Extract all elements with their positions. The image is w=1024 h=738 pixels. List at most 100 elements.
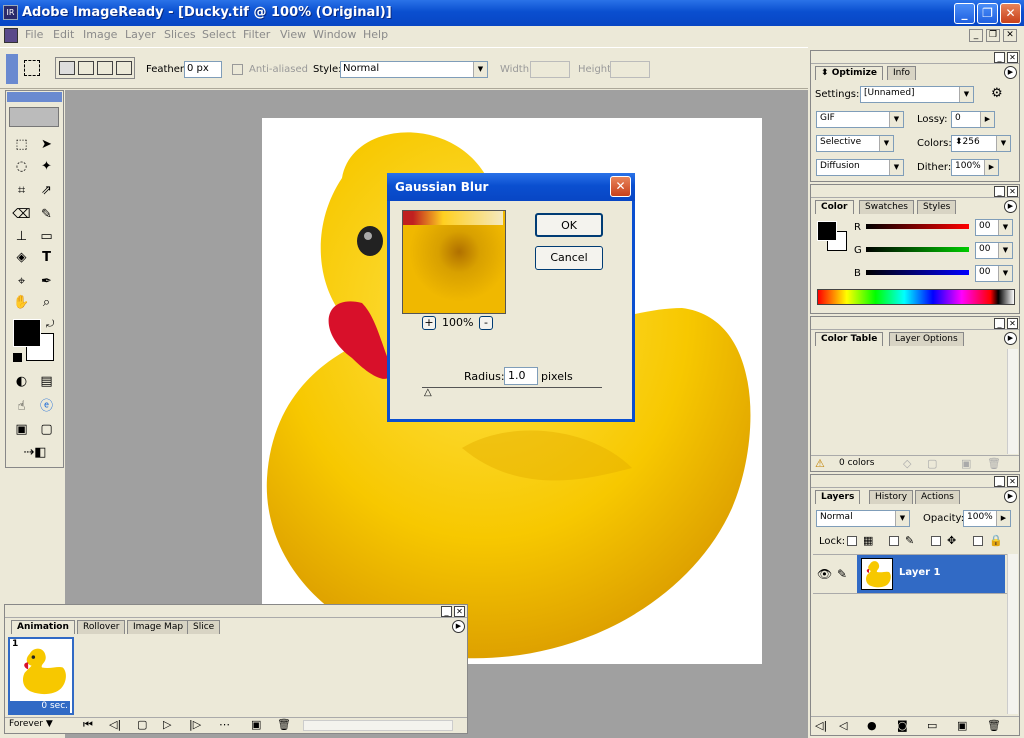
blur-preview[interactable]: [402, 210, 506, 314]
tween-icon[interactable]: ⋯: [219, 718, 230, 731]
panel-close-button[interactable]: ✕: [1007, 186, 1018, 197]
add-mask-icon[interactable]: ◙: [897, 719, 908, 732]
move-tool-icon[interactable]: ➤: [36, 134, 57, 155]
close-button[interactable]: ✕: [1000, 3, 1021, 24]
zoom-out-button[interactable]: -: [479, 316, 493, 330]
document-icon[interactable]: [4, 28, 18, 43]
panel-close-button[interactable]: ✕: [454, 606, 465, 617]
marquee-tool-icon[interactable]: ⬚: [11, 134, 32, 155]
menu-select[interactable]: Select: [202, 28, 236, 41]
tab-rollover[interactable]: Rollover: [77, 620, 126, 634]
lossy-input[interactable]: 0 ▶: [951, 111, 995, 128]
zoom-tool-icon[interactable]: ⌕: [36, 292, 57, 313]
tab-swatches[interactable]: Swatches: [859, 200, 914, 214]
layer-row[interactable]: 👁 ✎ Layer 1: [813, 554, 1009, 594]
magic-wand-tool-icon[interactable]: ✦: [36, 156, 57, 177]
opacity-input[interactable]: 100% ▶: [963, 510, 1011, 527]
full-screen-mode-icon[interactable]: ▢: [36, 419, 57, 440]
doc-minimize-button[interactable]: _: [969, 29, 983, 42]
tab-animation[interactable]: Animation: [11, 620, 75, 634]
settings-select[interactable]: [Unnamed] ▼: [860, 86, 974, 103]
height-input[interactable]: [610, 61, 650, 78]
brush-tool-icon[interactable]: ✎: [36, 204, 57, 225]
lock-position-checkbox[interactable]: [931, 536, 941, 546]
r-input[interactable]: 00 ▼: [975, 219, 1013, 236]
add-selection-icon[interactable]: [78, 61, 94, 75]
foreground-color-swatch[interactable]: [817, 221, 837, 241]
slider-thumb-icon[interactable]: △: [424, 387, 432, 398]
panel-close-button[interactable]: ✕: [1007, 476, 1018, 487]
panel-minimize-button[interactable]: _: [994, 52, 1005, 63]
width-input[interactable]: [530, 61, 570, 78]
tab-image-map[interactable]: Image Map: [127, 620, 190, 634]
duplicate-frame-icon[interactable]: ▣: [251, 718, 261, 731]
maximize-button[interactable]: ❐: [977, 3, 998, 24]
slice-select-tool-icon[interactable]: ⇗: [36, 180, 57, 201]
lock-pixels-checkbox[interactable]: [889, 536, 899, 546]
minimize-button[interactable]: _: [954, 3, 975, 24]
format-select[interactable]: GIF ▼: [816, 111, 904, 128]
panel-close-button[interactable]: ✕: [1007, 318, 1018, 329]
foreground-color-swatch[interactable]: [13, 319, 41, 347]
optimize-menu-icon[interactable]: ⚙: [991, 86, 1003, 101]
panel-minimize-button[interactable]: _: [441, 606, 452, 617]
crop-tool-icon[interactable]: ⌖: [11, 271, 32, 292]
jump-to-photoshop-icon[interactable]: ⇢◧: [11, 442, 59, 463]
paint-bucket-tool-icon[interactable]: ◈: [11, 247, 32, 268]
eraser-tool-icon[interactable]: ⌫: [11, 204, 32, 225]
subtract-selection-icon[interactable]: [97, 61, 113, 75]
dither-algo-select[interactable]: Diffusion ▼: [816, 159, 904, 176]
tab-actions[interactable]: Actions: [915, 490, 960, 504]
stop-icon[interactable]: ▢: [137, 718, 147, 731]
r-slider[interactable]: [866, 224, 969, 229]
lock-transparency-checkbox[interactable]: [847, 536, 857, 546]
panel-minimize-button[interactable]: _: [994, 318, 1005, 329]
ok-button[interactable]: OK: [535, 213, 603, 237]
toggle-slices-icon[interactable]: ◐: [11, 371, 32, 392]
next-frame-icon[interactable]: |▷: [189, 718, 201, 731]
menu-view[interactable]: View: [280, 28, 306, 41]
g-input[interactable]: 00 ▼: [975, 242, 1013, 259]
tab-color[interactable]: Color: [815, 200, 854, 214]
tab-color-table[interactable]: Color Table: [815, 332, 884, 346]
prev-frame-icon[interactable]: ◁|: [109, 718, 121, 731]
panel-close-button[interactable]: ✕: [1007, 52, 1018, 63]
radius-slider-track[interactable]: [422, 387, 602, 388]
doc-close-button[interactable]: ✕: [1003, 29, 1017, 42]
rollover-preview-icon[interactable]: ☝: [11, 396, 32, 417]
tab-layers[interactable]: Layers: [815, 490, 861, 504]
color-ramp[interactable]: [817, 289, 1015, 305]
rewind-icon[interactable]: ⏮: [83, 718, 93, 732]
panel-menu-icon[interactable]: ▶: [1004, 66, 1017, 79]
tab-styles[interactable]: Styles: [917, 200, 957, 214]
lasso-tool-icon[interactable]: ◌: [11, 156, 32, 177]
menu-window[interactable]: Window: [313, 28, 356, 41]
b-input[interactable]: 00 ▼: [975, 265, 1013, 282]
trash-icon[interactable]: 🗑: [987, 457, 1001, 470]
menu-layer[interactable]: Layer: [125, 28, 156, 41]
new-color-icon[interactable]: ▣: [961, 457, 971, 470]
menu-help[interactable]: Help: [363, 28, 388, 41]
map-color-icon[interactable]: ◇: [903, 457, 911, 470]
panel-minimize-button[interactable]: _: [994, 476, 1005, 487]
new-selection-icon[interactable]: [59, 61, 75, 75]
stepper-icon[interactable]: ⬍: [955, 137, 963, 147]
preview-browser-icon[interactable]: ⓔ: [36, 396, 57, 417]
tab-history[interactable]: History: [869, 490, 914, 504]
frame-delay[interactable]: 0 sec.: [10, 701, 70, 715]
animation-frame[interactable]: 1 0 sec.: [8, 637, 74, 715]
new-layer-icon[interactable]: ▣: [957, 719, 967, 732]
loop-select[interactable]: Forever ▼: [9, 719, 75, 732]
doc-restore-button[interactable]: ❐: [986, 29, 1000, 42]
animation-scrollbar[interactable]: [303, 720, 453, 731]
panel-minimize-button[interactable]: _: [994, 186, 1005, 197]
default-colors-icon[interactable]: [13, 353, 22, 362]
prev-frame-icon[interactable]: ◁: [839, 719, 847, 732]
menu-slices[interactable]: Slices: [164, 28, 196, 41]
panel-menu-icon[interactable]: ▶: [1004, 490, 1017, 503]
stamp-tool-icon[interactable]: ⊥: [11, 226, 32, 247]
b-slider[interactable]: [866, 270, 969, 275]
menu-file[interactable]: File: [25, 28, 43, 41]
cancel-button[interactable]: Cancel: [535, 246, 603, 270]
zoom-in-button[interactable]: +: [422, 316, 436, 330]
